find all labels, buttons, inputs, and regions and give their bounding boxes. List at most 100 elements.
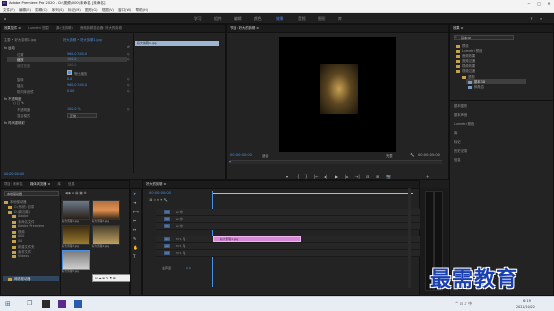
scale-value[interactable]: 100.0 [67, 57, 76, 61]
section-libraries[interactable]: 库 [454, 130, 457, 135]
type-tool-icon[interactable]: T [133, 254, 135, 259]
tab-info[interactable]: 信息 [65, 181, 78, 188]
tab-libraries[interactable]: 库 [55, 181, 64, 188]
mark-in-icon[interactable]: { [297, 174, 300, 179]
play-icon[interactable]: ▶ [335, 174, 338, 179]
media-thumbnail[interactable] [92, 200, 120, 220]
close-button[interactable]: ✕ [544, 0, 554, 7]
ripple-edit-icon[interactable]: ⟷ [133, 209, 139, 214]
track-a3[interactable] [156, 250, 420, 257]
effects-item[interactable]: 斜角边 [468, 84, 484, 89]
clip-header[interactable]: 好大剪辑1.jpg [135, 41, 219, 46]
section-lumetri-color[interactable]: Lumetri 颜色 [454, 121, 474, 126]
track-controls[interactable]: M S 🎙 [176, 237, 186, 241]
button-editor-icon[interactable]: + [426, 174, 429, 179]
razor-tool-icon[interactable]: ✂ [133, 218, 136, 223]
pen-tool-icon[interactable]: ✎ [133, 236, 136, 241]
app-icon[interactable] [74, 300, 82, 308]
track-a2[interactable] [156, 243, 420, 250]
track-select-icon[interactable]: ⇥ [133, 200, 136, 205]
workspace-effects[interactable]: 效果 [276, 16, 284, 22]
uniform-scale-checkbox[interactable]: 等比缩放 [67, 70, 87, 76]
track-controls[interactable]: ⊟ 👁 [176, 217, 183, 221]
tab-audio-clip-mixer[interactable]: 音频剪辑混合器: 好大的剪辑 [77, 25, 125, 32]
keyframe-icon[interactable]: ◇ [127, 107, 130, 111]
mask-tools[interactable]: ○ □ ✎ [13, 101, 24, 105]
tab-project[interactable]: 项目: 未命名 [1, 181, 26, 188]
anti-flicker-value[interactable]: 0.00 [67, 89, 74, 93]
lift-icon[interactable]: ⊟ [366, 174, 369, 179]
tab-program[interactable]: 节目: 好大的剪辑 ≡ [227, 25, 262, 32]
minimize-button[interactable]: ─ [524, 0, 534, 7]
extract-icon[interactable]: ⊞ [376, 174, 379, 179]
mark-out-icon[interactable]: } [305, 174, 308, 179]
keyframe-icon[interactable]: ◇ [127, 89, 130, 93]
maximize-button[interactable]: □ [534, 0, 544, 7]
track-label-v3[interactable]: V3 [164, 210, 170, 214]
tree-item[interactable]: 00 [12, 239, 22, 243]
work-area-bar[interactable] [213, 193, 413, 194]
scale-width-value[interactable]: 100.0 [67, 63, 76, 67]
master-volume[interactable]: 0.0 [186, 266, 191, 270]
home-icon[interactable]: ⌂ [4, 16, 6, 21]
settings-icon[interactable]: 🔧 [410, 153, 414, 157]
opacity-value[interactable]: 100.0 % [67, 107, 81, 111]
track-label-v1[interactable]: V1 [164, 224, 170, 228]
tree-item[interactable]: Adobe Premiere [12, 224, 44, 228]
resolution-select[interactable]: 完整 [386, 153, 393, 158]
blend-mode-select[interactable]: 正常 [67, 113, 97, 118]
effects-search-input[interactable]: 基本3D [454, 35, 514, 40]
add-marker-icon[interactable]: ▾ [286, 174, 288, 179]
tray-icons[interactable]: ^ ⊡ ♪ 中 [455, 301, 472, 307]
track-controls[interactable]: M S 🎙 [176, 251, 186, 255]
track-v1[interactable] [156, 223, 420, 230]
section-info[interactable]: 信息 [454, 157, 461, 162]
workspace-color[interactable]: 颜色 [254, 16, 262, 22]
keyframe-icon[interactable]: ◇ [127, 57, 130, 61]
keyframe-icon[interactable]: ◇ [127, 77, 130, 81]
section-essential-sound[interactable]: 基本声音 [454, 112, 467, 117]
section-history[interactable]: 历史记录 [454, 148, 467, 153]
program-scrubber[interactable] [230, 160, 442, 164]
keyframe-icon[interactable]: ◇ [127, 83, 130, 87]
timeline-scrollbar[interactable] [408, 188, 411, 288]
effect-controls-timecode[interactable]: 00:00:00:00 [4, 172, 24, 176]
tab-media-browser[interactable]: 媒体浏览器 ≡ [27, 181, 53, 188]
workspace-assembly[interactable]: 组件 [214, 16, 222, 22]
track-controls[interactable]: M S 🎙 [176, 244, 186, 248]
clock-date[interactable]: 2021/10/22 [516, 305, 535, 309]
tab-effect-controls[interactable]: 效果控件 ≡ [1, 25, 24, 32]
timeline-timecode[interactable]: 00:00:00:00 [149, 191, 171, 195]
track-v2[interactable] [156, 216, 420, 223]
search-icon[interactable]: ⌕ [540, 16, 542, 21]
motion-label[interactable]: fx 运动 [4, 45, 15, 50]
position-value[interactable]: 960.0 540.0 [67, 52, 87, 56]
tab-source[interactable]: 源:(无剪辑) [53, 25, 76, 32]
tree-item[interactable]: Videos [12, 254, 29, 258]
workspace-editing[interactable]: 编辑 [234, 16, 242, 22]
keyframe-icon[interactable]: ◇ [127, 52, 130, 56]
timeline-clip[interactable]: 好大剪辑1.jpg [213, 236, 301, 242]
step-back-icon[interactable]: ◂| [324, 174, 327, 179]
section-markers[interactable]: 标记 [454, 139, 461, 144]
anchor-value[interactable]: 960.0 540.0 [67, 83, 87, 87]
slip-tool-icon[interactable]: ↔ [133, 227, 136, 232]
effects-item[interactable]: 视频过渡 [456, 68, 475, 73]
program-timecode[interactable]: 00:00:00:00 [230, 153, 252, 157]
step-forward-icon[interactable]: |▸ [345, 174, 348, 179]
tab-effects[interactable]: 效果 ≡ [450, 25, 466, 32]
share-icon[interactable]: ⇪ [530, 16, 533, 21]
selection-tool-icon[interactable]: ➤ [133, 191, 136, 196]
time-remap-section[interactable]: fx 时间重映射 [4, 120, 25, 125]
track-label-a2[interactable]: A2 [164, 244, 170, 248]
tab-lumetri-scopes[interactable]: Lumetri 范围 [25, 25, 51, 32]
browser-nav-icons[interactable]: ◀ ▶ ⌂ ▤ ▦ ⚙ [65, 191, 87, 195]
track-label-v2[interactable]: V2 [164, 217, 170, 221]
premiere-taskbar-icon[interactable] [58, 300, 66, 308]
zoom-select[interactable]: 适合 [262, 153, 269, 158]
hand-tool-icon[interactable]: ✋ [133, 245, 138, 250]
playhead-icon[interactable]: ▾ [229, 159, 231, 164]
tab-timeline[interactable]: 好大的剪辑 ≡ [143, 181, 169, 188]
workspace-learn[interactable]: 学习 [194, 16, 202, 22]
path-select[interactable]: 本地驱动器 [4, 191, 59, 196]
